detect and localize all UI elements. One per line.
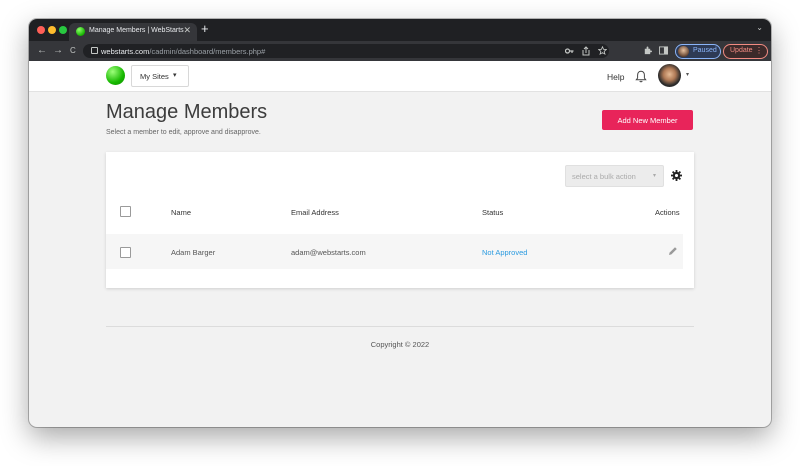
browser-window: Manage Members | WebStarts ✕ + ⌄ ← → C w… <box>29 19 771 427</box>
forward-icon[interactable]: → <box>53 44 63 57</box>
table-row[interactable]: Adam Barger adam@webstarts.com Not Appro… <box>106 234 683 269</box>
column-header-actions: Actions <box>655 208 680 217</box>
reload-icon[interactable]: C <box>70 44 76 57</box>
new-tab-button[interactable]: + <box>201 22 209 36</box>
tab-close-icon[interactable]: ✕ <box>183 25 191 36</box>
close-window-button[interactable] <box>37 26 45 34</box>
add-new-member-button[interactable]: Add New Member <box>602 110 693 130</box>
page-title: Manage Members <box>106 101 268 123</box>
share-icon[interactable] <box>582 46 590 56</box>
select-all-checkbox[interactable] <box>120 206 131 217</box>
footer-copyright: Copyright © 2022 <box>370 340 430 349</box>
bookmark-star-icon[interactable] <box>598 46 607 55</box>
caret-down-icon: ▾ <box>652 173 656 179</box>
row-checkbox[interactable] <box>120 247 131 258</box>
browser-toolbar: ← → C webstarts.com/cadmin/dashboard/mem… <box>29 41 771 61</box>
my-sites-label: My Sites <box>140 72 169 81</box>
edit-pencil-icon[interactable] <box>668 246 678 256</box>
url-path: /cadmin/dashboard/members.php# <box>149 47 266 56</box>
member-name: Adam Barger <box>171 248 216 257</box>
gear-icon[interactable] <box>671 170 682 181</box>
tab-strip: Manage Members | WebStarts ✕ + ⌄ <box>29 19 771 41</box>
caret-down-icon[interactable]: ▾ <box>686 71 689 78</box>
bulk-action-select[interactable]: select a bulk action ▾ <box>565 165 664 187</box>
lock-icon[interactable] <box>91 47 98 54</box>
webstarts-logo[interactable] <box>106 66 125 85</box>
member-status-link[interactable]: Not Approved <box>482 248 527 257</box>
tab-search-icon[interactable]: ⌄ <box>756 23 763 32</box>
extensions-icon[interactable] <box>643 46 652 55</box>
page-subtitle: Select a member to edit, approve and dis… <box>106 129 261 136</box>
back-icon[interactable]: ← <box>37 44 47 57</box>
url-domain: webstarts.com <box>101 47 150 56</box>
zoom-window-button[interactable] <box>59 26 67 34</box>
profile-avatar <box>678 46 689 57</box>
favicon-icon <box>76 27 85 36</box>
profile-button[interactable]: Paused <box>675 44 721 59</box>
update-button[interactable]: Update ⋮ <box>723 44 768 59</box>
address-bar[interactable]: webstarts.com/cadmin/dashboard/members.p… <box>83 44 609 58</box>
side-panel-icon[interactable] <box>659 46 668 55</box>
url-text[interactable]: webstarts.com/cadmin/dashboard/members.p… <box>101 47 265 56</box>
my-sites-dropdown[interactable]: My Sites ▾ <box>131 65 189 87</box>
column-header-status: Status <box>482 208 504 217</box>
browser-tab[interactable]: Manage Members | WebStarts ✕ <box>69 23 197 41</box>
column-header-email: Email Address <box>291 208 339 217</box>
footer-divider <box>106 326 694 327</box>
user-avatar[interactable] <box>658 64 681 87</box>
add-new-member-label: Add New Member <box>617 116 678 125</box>
key-icon[interactable] <box>565 47 574 55</box>
bulk-action-placeholder: select a bulk action <box>572 172 636 181</box>
more-menu-icon: ⋮ <box>755 46 763 55</box>
members-card: select a bulk action ▾ Name Email Addres… <box>106 152 694 288</box>
update-label: Update <box>730 47 753 54</box>
member-email: adam@webstarts.com <box>291 248 366 257</box>
help-link[interactable]: Help <box>607 72 624 82</box>
profile-status: Paused <box>693 47 717 54</box>
column-header-name: Name <box>171 208 192 217</box>
bell-icon[interactable] <box>635 70 647 83</box>
minimize-window-button[interactable] <box>48 26 56 34</box>
tab-title: Manage Members | WebStarts <box>89 27 184 34</box>
app-header: My Sites ▾ Help ▾ <box>29 61 771 92</box>
chevron-down-icon: ▾ <box>173 72 177 79</box>
